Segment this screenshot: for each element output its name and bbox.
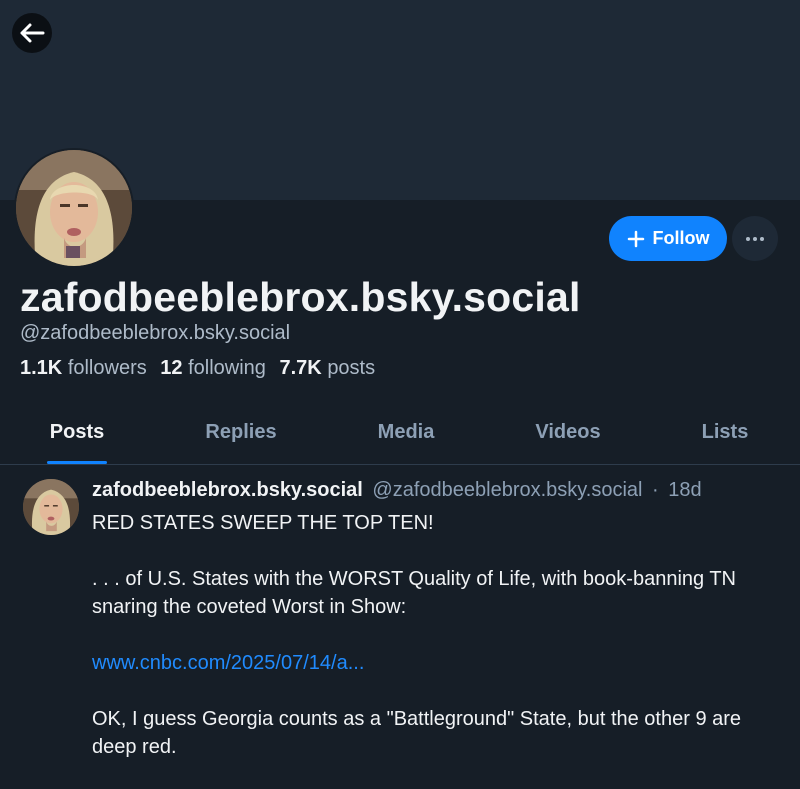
post-text-line: RED STATES SWEEP THE TOP TEN!: [92, 512, 434, 534]
followers-link[interactable]: 1.1K followers: [20, 357, 160, 379]
post-timestamp[interactable]: 18d: [668, 479, 701, 501]
more-options-button[interactable]: [732, 216, 778, 261]
post-avatar-image: [23, 479, 79, 535]
posts-count: 7.7K: [279, 357, 322, 379]
following-label: following: [188, 357, 266, 379]
profile-display-name: zafodbeeblebrox.bsky.social: [20, 274, 581, 320]
tab-replies-label: Replies: [205, 420, 277, 443]
post-text-line: OK, I guess Georgia counts as a "Battleg…: [92, 708, 742, 758]
tab-media[interactable]: Media: [366, 400, 446, 464]
follow-button[interactable]: Follow: [609, 216, 727, 261]
followers-count: 1.1K: [20, 357, 63, 379]
tab-videos-label: Videos: [535, 420, 601, 443]
avatar-image: [16, 150, 132, 266]
tab-videos[interactable]: Videos: [525, 400, 611, 464]
posts-stat: 7.7K posts: [280, 357, 384, 379]
post-separator: ·: [652, 479, 659, 501]
post-header: zafodbeeblebrox.bsky.social @zafodbeeble…: [92, 479, 702, 502]
post-body: RED STATES SWEEP THE TOP TEN! . . . of U…: [92, 509, 782, 789]
feed-post[interactable]: zafodbeeblebrox.bsky.social @zafodbeeble…: [0, 465, 800, 765]
tab-posts[interactable]: Posts: [40, 400, 114, 464]
profile-tabs: Posts Replies Media Videos Lists: [0, 400, 800, 465]
tab-posts-label: Posts: [49, 420, 105, 443]
post-author-avatar[interactable]: [23, 479, 79, 535]
post-link[interactable]: www.cnbc.com/2025/07/14/a...: [92, 652, 364, 674]
following-count: 12: [160, 357, 183, 379]
tab-lists-label: Lists: [701, 420, 749, 443]
post-text-line: . . . of U.S. States with the WORST Qual…: [92, 568, 736, 618]
posts-label: posts: [327, 357, 376, 379]
post-author-handle[interactable]: @zafodbeeblebrox.bsky.social: [372, 479, 642, 501]
profile-handle: @zafodbeeblebrox.bsky.social: [20, 322, 291, 344]
ellipsis-icon: [746, 236, 764, 241]
following-link[interactable]: 12 following: [160, 357, 279, 379]
follow-label: Follow: [652, 228, 710, 248]
followers-label: followers: [67, 357, 147, 379]
plus-icon: [627, 230, 644, 247]
tab-replies[interactable]: Replies: [195, 400, 287, 464]
profile-avatar[interactable]: [14, 148, 134, 268]
back-button[interactable]: [12, 13, 52, 53]
tab-lists[interactable]: Lists: [693, 400, 757, 464]
active-tab-indicator: [47, 461, 107, 464]
arrow-left-icon: [20, 23, 45, 43]
tab-media-label: Media: [377, 420, 435, 443]
profile-stats: 1.1K followers 12 following 7.7K posts: [20, 357, 383, 380]
post-author-name[interactable]: zafodbeeblebrox.bsky.social: [92, 479, 363, 501]
